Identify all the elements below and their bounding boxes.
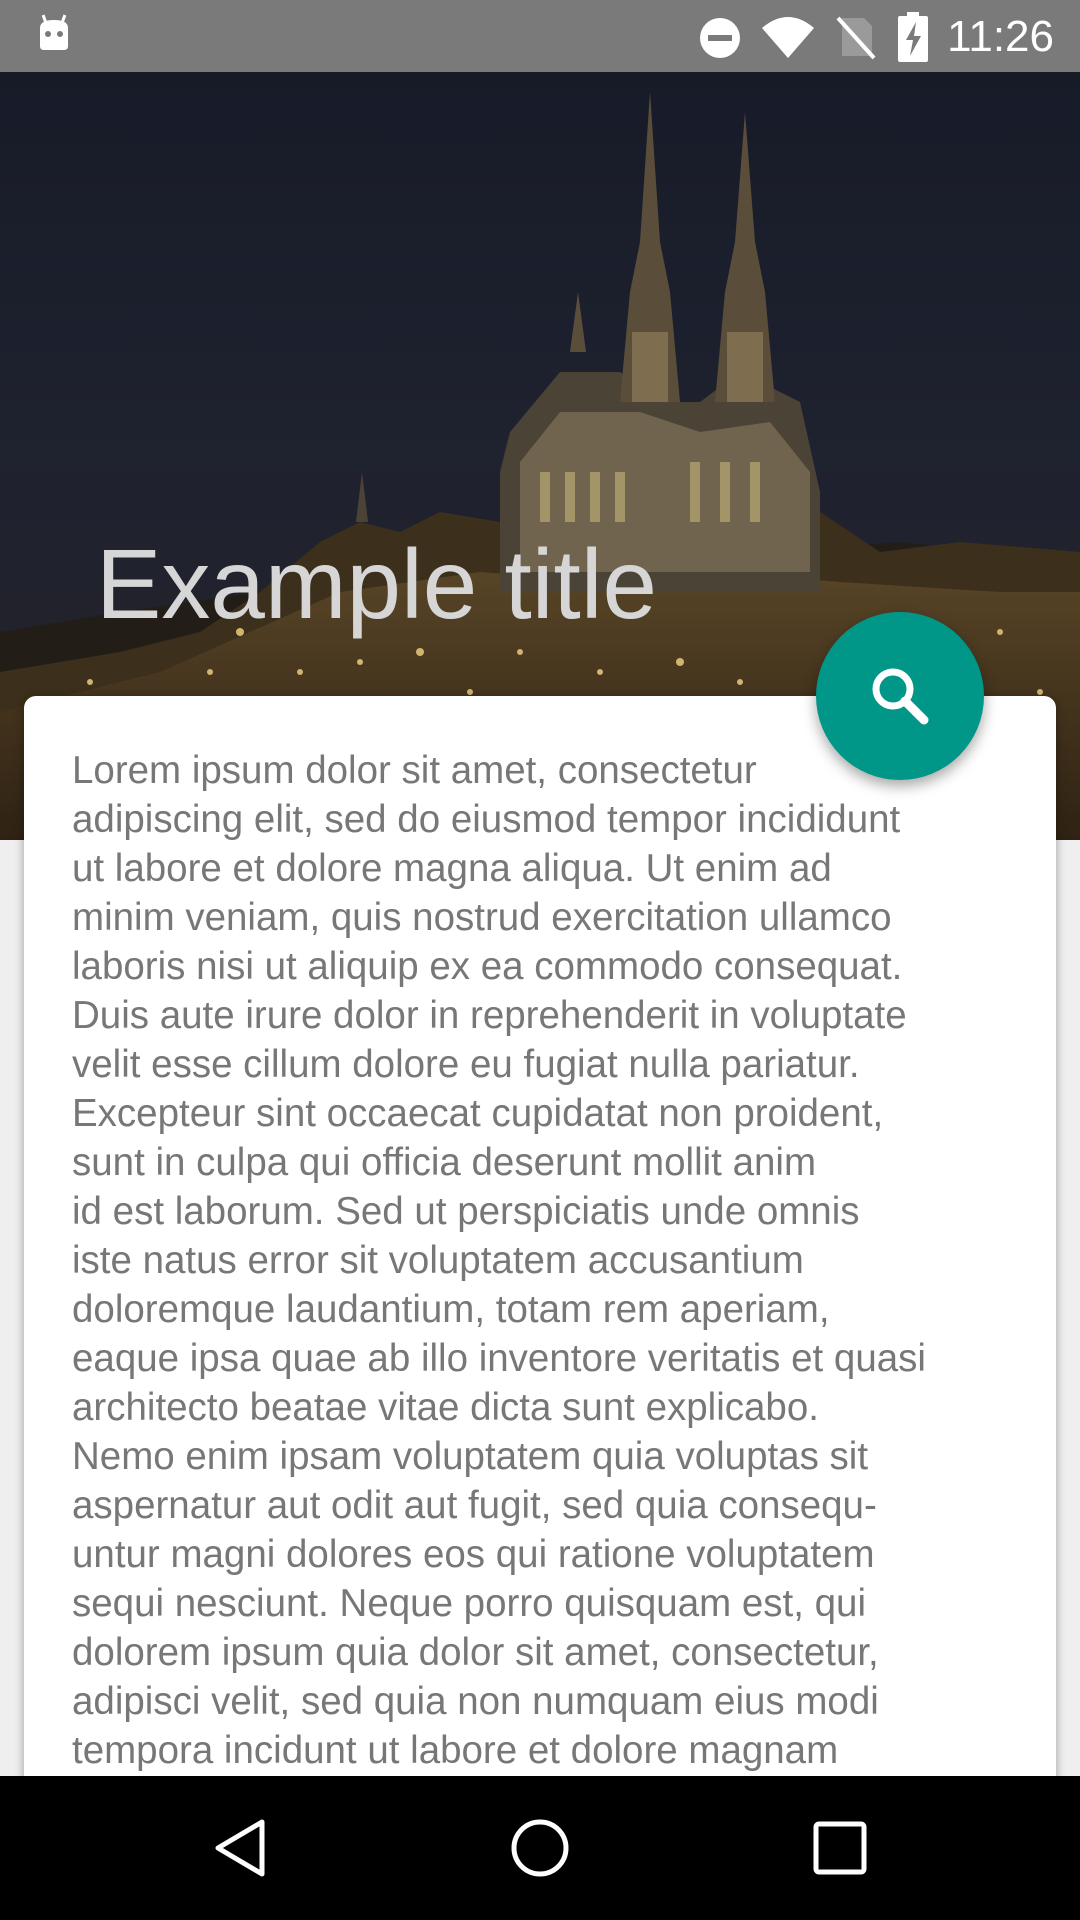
no-sim-icon	[836, 16, 876, 60]
header-title: Example title	[96, 529, 658, 639]
content-card: Lorem ipsum dolor sit amet, consectetur …	[24, 696, 1056, 1920]
home-icon[interactable]	[500, 1812, 580, 1884]
do-not-disturb-icon	[700, 18, 740, 58]
navigation-bar	[0, 1776, 1080, 1920]
app-screen: 11:26 Example title Lorem ipsum dolor si…	[0, 0, 1080, 1920]
back-icon[interactable]	[200, 1812, 280, 1884]
battery-charging-icon	[898, 12, 928, 62]
body-text: Lorem ipsum dolor sit amet, consectetur …	[72, 749, 926, 1772]
search-icon	[872, 668, 929, 725]
status-bar: 11:26	[0, 0, 1080, 72]
recents-icon[interactable]	[800, 1812, 880, 1884]
status-clock: 11:26	[947, 12, 1054, 61]
search-fab-button[interactable]	[816, 612, 984, 780]
android-icon	[40, 14, 68, 50]
wifi-icon	[762, 17, 814, 58]
